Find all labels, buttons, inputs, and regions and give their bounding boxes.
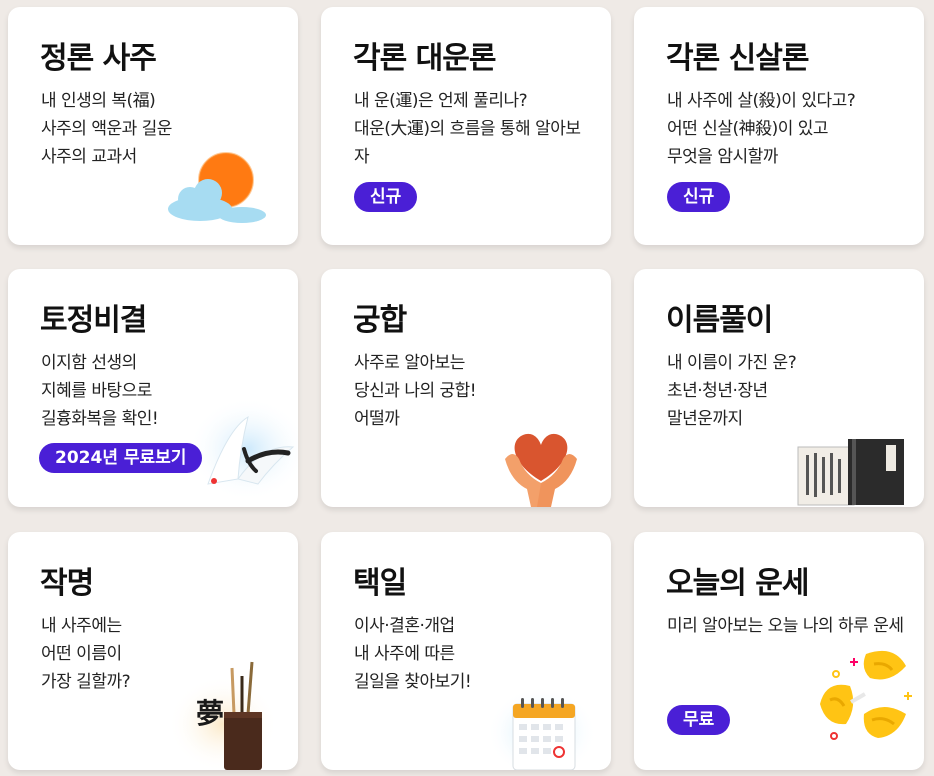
card-description: 내 이름이 가진 운? 초년·청년·장년 말년운까지 [667,349,797,433]
card-description-line: 무엇을 암시할까 [667,147,778,167]
card-description-line: 어떤 이름이 [41,644,122,664]
card-ireum-puri[interactable]: 이름풀이 내 이름이 가진 운? 초년·청년·장년 말년운까지 [634,269,924,507]
card-description: 내 운(運)은 언제 풀리나? 대운(大運)의 흐름을 통해 알아보 자 [354,87,581,171]
card-description-line: 어떨까 [354,409,400,429]
card-title: 정론 사주 [40,41,157,76]
new-badge: 신규 [667,182,731,212]
card-description-line: 내 사주에는 [41,616,122,636]
fortune-cookie-icon [820,650,912,740]
card-taegil[interactable]: 택일 이사·결혼·개업 내 사주에 따른 길일을 찾아보기! [321,532,611,770]
card-description-line: 미리 알아보는 오늘 나의 하루 운세 [667,616,904,636]
card-gunghap[interactable]: 궁합 사주로 알아보는 당신과 나의 궁합! 어떨까 [321,269,611,507]
card-title: 각론 대운론 [353,41,496,76]
card-description: 내 사주에는 어떤 이름이 가장 길할까? [41,612,131,696]
card-description-line: 사주의 액운과 길운 [41,119,172,139]
card-description: 내 사주에 살(殺)이 있다고? 어떤 신살(神殺)이 있고 무엇을 암시할까 [667,87,856,171]
sun-cloud-icon [168,152,266,223]
card-tojeong-bigyeol[interactable]: 토정비결 이지함 선생의 지혜를 바탕으로 길흉화복을 확인! 2024년 무료… [8,269,298,507]
card-description: 사주로 알아보는 당신과 나의 궁합! 어떨까 [354,349,477,433]
free-view-button[interactable]: 2024년 무료보기 [39,443,203,473]
heart-hands-icon [505,433,577,507]
brush-holder-character: 夢 [196,697,225,730]
card-description-line: 지혜를 바탕으로 [41,381,152,401]
card-oneul-unse[interactable]: 오늘의 운세 미리 알아보는 오늘 나의 하루 운세 무료 [634,532,924,770]
card-description-line: 내 사주에 따른 [354,644,455,664]
card-description-line: 내 사주에 살(殺)이 있다고? [667,91,856,111]
card-description-line: 사주로 알아보는 [354,353,465,373]
card-description-line: 가장 길할까? [41,672,131,692]
card-description-line: 내 인생의 복(福) [41,91,156,111]
card-description-line: 어떤 신살(神殺)이 있고 [667,119,829,139]
card-description: 이사·결혼·개업 내 사주에 따른 길일을 찾아보기! [354,612,472,696]
calendar-icon [487,682,597,770]
card-description: 이지함 선생의 지혜를 바탕으로 길흉화복을 확인! [41,349,159,433]
card-title: 택일 [353,566,407,601]
card-description-line: 이사·결혼·개업 [354,616,455,636]
free-badge: 무료 [667,705,731,735]
card-description-line: 사주의 교과서 [41,147,137,167]
card-gakron-daeun[interactable]: 각론 대운론 내 운(運)은 언제 풀리나? 대운(大運)의 흐름을 통해 알아… [321,7,611,245]
card-description: 미리 알아보는 오늘 나의 하루 운세 [667,612,904,640]
card-description-line: 내 이름이 가진 운? [667,353,797,373]
card-description-line: 길일을 찾아보기! [354,672,472,692]
books-icon [797,439,904,506]
card-description: 내 인생의 복(福) 사주의 액운과 길운 사주의 교과서 [41,87,172,171]
card-description-line: 말년운까지 [667,409,743,429]
card-description-line: 초년·청년·장년 [667,381,768,401]
card-title: 오늘의 운세 [666,566,809,601]
new-badge: 신규 [354,182,418,212]
card-description-line: 이지함 선생의 [41,353,137,373]
card-title: 궁합 [353,303,407,338]
card-jakmyeong[interactable]: 작명 내 사주에는 어떤 이름이 가장 길할까? 夢 [8,532,298,770]
card-description-line: 내 운(運)은 언제 풀리나? [354,91,528,111]
card-description-line: 당신과 나의 궁합! [354,381,477,401]
card-description-line: 자 [354,147,370,167]
card-jeongron-saju[interactable]: 정론 사주 내 인생의 복(福) 사주의 액운과 길운 사주의 교과서 [8,7,298,245]
card-description-line: 길흉화복을 확인! [41,409,159,429]
card-title: 토정비결 [40,303,147,338]
card-gakron-sinsal[interactable]: 각론 신살론 내 사주에 살(殺)이 있다고? 어떤 신살(神殺)이 있고 무엇… [634,7,924,245]
card-title: 각론 신살론 [666,41,809,76]
card-title: 이름풀이 [666,303,773,338]
card-description-line: 대운(大運)의 흐름을 통해 알아보 [354,119,581,139]
card-title: 작명 [40,566,94,601]
